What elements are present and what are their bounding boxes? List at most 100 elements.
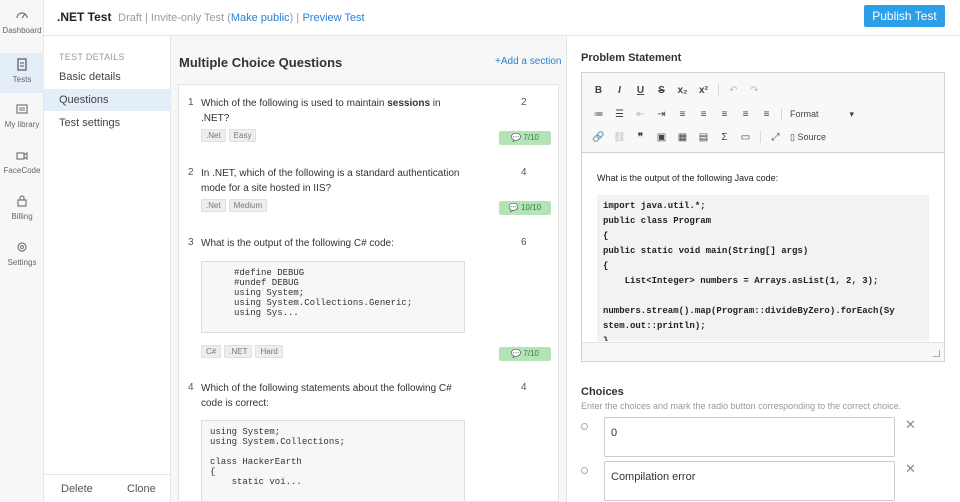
remove-choice-icon[interactable]: ✕ bbox=[905, 417, 916, 433]
status-separator: ) | bbox=[289, 12, 300, 24]
preview-test-link[interactable]: Preview Test bbox=[302, 12, 364, 24]
correct-choice-radio[interactable] bbox=[581, 467, 588, 474]
problem-panel: Problem Statement B I U S x₂ x² ↶ ↷ ≔ ☰ … bbox=[567, 36, 960, 502]
resize-handle-icon[interactable] bbox=[933, 350, 940, 357]
align-justify-icon[interactable]: ≡ bbox=[760, 109, 773, 120]
test-name: .NET Test bbox=[57, 10, 112, 24]
align-right-icon[interactable]: ≡ bbox=[739, 109, 752, 120]
code-snippet: #define DEBUG #undef DEBUG using System;… bbox=[201, 261, 465, 333]
bold-button[interactable]: B bbox=[592, 85, 605, 96]
choices-hint: Enter the choices and mark the radio but… bbox=[581, 401, 902, 411]
question-marks: 4 bbox=[521, 382, 527, 393]
source-icon: ▯ bbox=[790, 131, 795, 142]
quote-icon[interactable]: ❞ bbox=[634, 132, 647, 143]
indent-icon[interactable]: ⇥ bbox=[655, 109, 668, 120]
test-status: Draft | Invite-only Test ( bbox=[118, 12, 231, 24]
publish-test-button[interactable]: Publish Test bbox=[864, 5, 945, 27]
choices-title: Choices bbox=[581, 386, 624, 398]
question-marks: 4 bbox=[521, 167, 527, 178]
editor-footer bbox=[582, 342, 944, 361]
nav-tests-label: Tests bbox=[12, 75, 32, 84]
toolbar-divider bbox=[718, 84, 719, 96]
format-select[interactable]: Format ▾ bbox=[790, 109, 854, 120]
code-snippet: using System; using System.Collections; … bbox=[201, 420, 465, 501]
chat-icon: 💬 bbox=[508, 203, 519, 212]
make-public-link[interactable]: Make public bbox=[231, 12, 290, 24]
tag: .Net bbox=[201, 199, 226, 212]
undo-icon[interactable]: ↶ bbox=[727, 85, 740, 96]
add-section-link[interactable]: +Add a section bbox=[495, 56, 561, 67]
underline-button[interactable]: U bbox=[634, 85, 647, 96]
italic-button[interactable]: I bbox=[613, 85, 626, 96]
clipboard-icon bbox=[0, 57, 44, 75]
nav-settings-label: Settings bbox=[7, 258, 37, 267]
link-icon[interactable]: 🔗 bbox=[592, 132, 605, 143]
tag: Medium bbox=[228, 199, 268, 212]
nav-my-library[interactable]: My library bbox=[0, 98, 44, 138]
clone-button[interactable]: Clone bbox=[127, 483, 156, 495]
choice-row: 0 ✕ bbox=[581, 417, 941, 457]
code-snippet-icon[interactable]: ▭ bbox=[739, 132, 752, 143]
toolbar-divider bbox=[781, 108, 782, 120]
math-icon[interactable]: Σ bbox=[718, 132, 731, 143]
question-number: 1 bbox=[188, 97, 194, 108]
sidebar-item-questions[interactable]: Questions bbox=[44, 89, 171, 111]
video-camera-icon bbox=[0, 148, 44, 166]
question-tags: .Net Easy bbox=[201, 129, 259, 142]
tag: Hard bbox=[255, 345, 283, 358]
choice-input[interactable]: Compilation error bbox=[604, 461, 895, 501]
redo-icon[interactable]: ↷ bbox=[748, 85, 761, 96]
choice-input[interactable]: 0 bbox=[604, 417, 895, 457]
unlink-icon[interactable]: ⛓ bbox=[613, 132, 626, 143]
maximize-icon[interactable]: ⤢ bbox=[769, 132, 782, 143]
correct-choice-radio[interactable] bbox=[581, 423, 588, 430]
nav-dashboard-label: Dashboard bbox=[2, 26, 42, 35]
sidebar-item-basic-details[interactable]: Basic details bbox=[44, 66, 171, 88]
question-number: 4 bbox=[188, 382, 194, 393]
nav-tests[interactable]: Tests bbox=[0, 53, 44, 93]
editor-content[interactable]: What is the output of the following Java… bbox=[582, 153, 944, 341]
delete-button[interactable]: Delete bbox=[61, 483, 93, 495]
align-left-icon[interactable]: ≡ bbox=[697, 109, 710, 120]
problem-code: import java.util.*; public class Program… bbox=[597, 195, 929, 341]
sidebar-heading: TEST DETAILS bbox=[59, 52, 125, 62]
tag: .Net bbox=[201, 129, 226, 142]
image-icon[interactable]: ▣ bbox=[655, 132, 668, 143]
nav-facecode[interactable]: FaceCode bbox=[0, 144, 44, 184]
editor-toolbar: B I U S x₂ x² ↶ ↷ ≔ ☰ ⇤ ⇥ ≡ ≡ ≡ ≡ ≡ Form… bbox=[582, 73, 944, 153]
source-button[interactable]: ▯ Source bbox=[790, 132, 826, 143]
score-badge: 💬 10/10 bbox=[499, 201, 551, 215]
dropdown-arrow-icon: ▾ bbox=[849, 108, 854, 119]
score-badge: 💬 7/10 bbox=[499, 347, 551, 361]
question-number: 2 bbox=[188, 167, 194, 178]
outdent-icon[interactable]: ⇤ bbox=[634, 109, 647, 120]
subscript-button[interactable]: x₂ bbox=[676, 85, 689, 96]
chat-icon: 💬 bbox=[511, 349, 522, 358]
section-title: Multiple Choice Questions bbox=[179, 55, 343, 70]
nav-facecode-label: FaceCode bbox=[3, 166, 41, 175]
blockquote-icon[interactable]: ≡ bbox=[676, 109, 689, 120]
strikethrough-button[interactable]: S bbox=[655, 85, 668, 96]
dashboard-icon bbox=[0, 8, 44, 26]
tag: Easy bbox=[228, 129, 257, 142]
special-char-icon[interactable]: ▤ bbox=[697, 132, 710, 143]
questions-panel: Multiple Choice Questions +Add a section… bbox=[171, 36, 567, 502]
numbered-list-icon[interactable]: ≔ bbox=[592, 109, 605, 120]
bulleted-list-icon[interactable]: ☰ bbox=[613, 109, 626, 120]
nav-dashboard[interactable]: Dashboard bbox=[0, 4, 44, 44]
nav-billing[interactable]: Billing bbox=[0, 190, 44, 230]
align-center-icon[interactable]: ≡ bbox=[718, 109, 731, 120]
question-number: 3 bbox=[188, 237, 194, 248]
table-icon[interactable]: ▦ bbox=[676, 132, 689, 143]
tag: C# bbox=[201, 345, 222, 358]
sidebar-item-test-settings[interactable]: Test settings bbox=[44, 112, 171, 134]
tag: .NET bbox=[224, 345, 253, 358]
remove-choice-icon[interactable]: ✕ bbox=[905, 461, 916, 477]
chat-icon: 💬 bbox=[511, 133, 522, 142]
nav-settings[interactable]: Settings bbox=[0, 236, 44, 276]
question-list: 1 Which of the following is used to main… bbox=[178, 84, 559, 502]
toolbar-divider bbox=[760, 131, 761, 143]
question-text: Which of the following statements about … bbox=[201, 383, 452, 409]
superscript-button[interactable]: x² bbox=[697, 85, 710, 96]
question-tags: .Net Medium bbox=[201, 199, 270, 212]
